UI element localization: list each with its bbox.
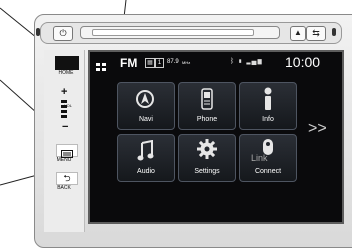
back-icon: ⮌ (63, 173, 71, 183)
volume-up-button[interactable]: + (61, 86, 67, 98)
tile-settings[interactable]: Settings (178, 134, 236, 182)
tile-label-connect: Connect (254, 168, 282, 175)
back-label: BACK (57, 185, 71, 191)
menu-button[interactable] (56, 144, 78, 158)
eject-button[interactable]: ▲ (290, 26, 306, 41)
music-note-icon (137, 140, 155, 162)
signal-icon: ▂▄▆ (246, 58, 263, 65)
more-apps-arrow[interactable]: >> (308, 120, 327, 138)
preset-icon: ▦ (145, 58, 155, 68)
tile-label-phone: Phone (196, 116, 218, 123)
info-icon (262, 87, 274, 111)
clock: 10:00 (285, 54, 321, 70)
power-icon: ⏻ (59, 28, 67, 38)
navigation-icon (135, 89, 155, 109)
tile-navi[interactable]: Navi (117, 82, 175, 130)
bluetooth-icon: ᛒ (230, 58, 236, 65)
volume-down-button[interactable]: − (62, 121, 68, 133)
connectivity-status-icons: ᛒ ▮ ▂▄▆ (230, 58, 263, 65)
tile-label-settings: Settings (194, 168, 220, 175)
home-label: HOME (58, 70, 74, 76)
source-button[interactable]: ⇆ (306, 26, 326, 41)
frequency-value: 87.9 (167, 59, 179, 65)
preset-number: 1 (155, 58, 164, 68)
tile-label-info: Info (262, 116, 274, 123)
battery-icon: ▮ (238, 58, 244, 65)
home-button[interactable] (55, 56, 79, 70)
gear-icon (197, 139, 217, 159)
phone-icon (201, 88, 213, 110)
tile-info[interactable]: Info (239, 82, 297, 130)
screw-left (36, 28, 40, 36)
power-button[interactable]: ⏻ (53, 26, 73, 41)
tile-connect[interactable]: Link Connect (239, 134, 297, 182)
menu-label: MENU (56, 157, 72, 163)
apps-grid-icon[interactable] (96, 58, 106, 71)
screw-right (332, 28, 336, 36)
tile-label-audio: Audio (137, 168, 155, 175)
tile-label-navi: Navi (138, 116, 153, 123)
source-icon: ⇆ (312, 28, 320, 38)
eject-icon: ▲ (294, 28, 302, 37)
left-button-panel (44, 50, 85, 232)
volume-slider-track[interactable] (92, 29, 254, 36)
frequency-unit: MHz (182, 60, 191, 65)
back-button[interactable]: ⮌ (56, 172, 78, 185)
tile-audio[interactable]: Audio (117, 134, 175, 182)
tile-phone[interactable]: Phone (178, 82, 236, 130)
connect-link-text: Link (251, 153, 268, 163)
audio-source-label: FM (120, 56, 138, 70)
volume-label: VOL (63, 103, 72, 108)
